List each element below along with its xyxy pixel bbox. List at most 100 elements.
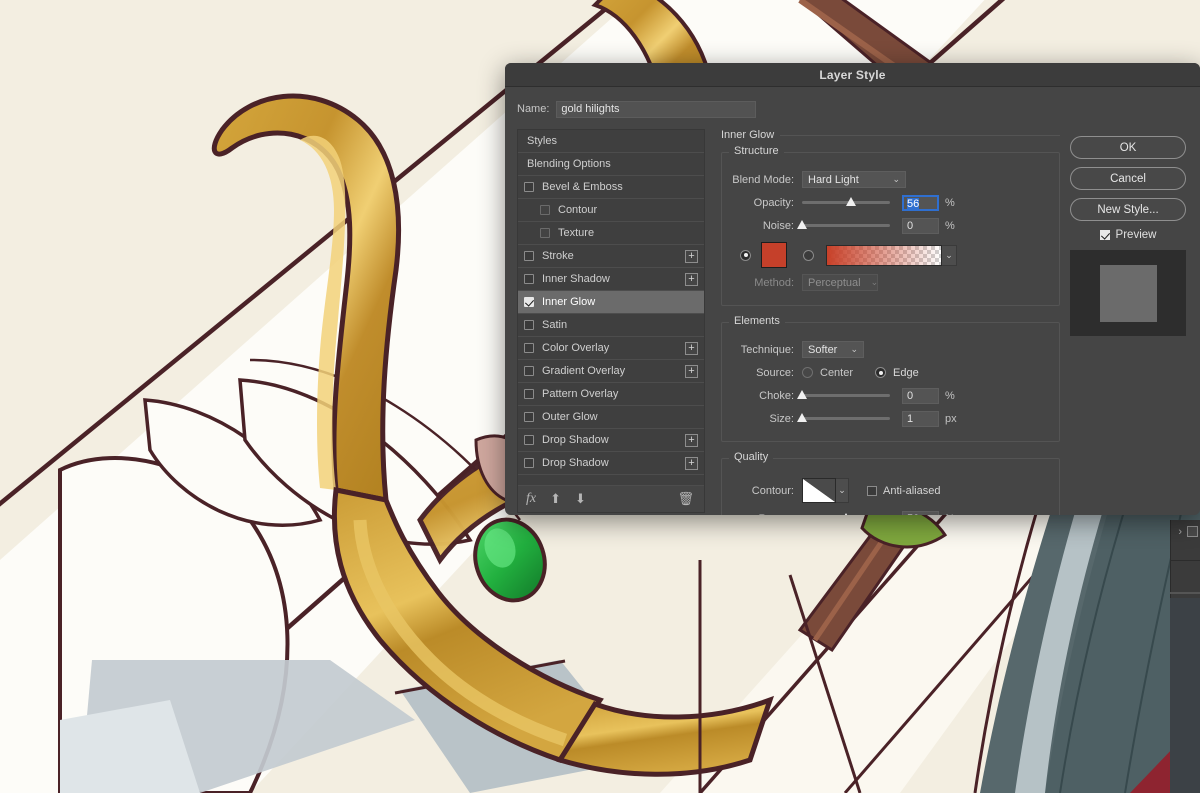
- style-name-input[interactable]: [556, 100, 757, 118]
- add-effect-instance-button[interactable]: +: [685, 250, 698, 263]
- slider-track: [802, 417, 890, 420]
- opacity-input[interactable]: 56: [902, 194, 939, 211]
- size-input[interactable]: 1: [902, 410, 939, 427]
- section-rule: [780, 134, 1060, 136]
- dialog-titlebar[interactable]: Layer Style: [505, 63, 1200, 87]
- preview-label: Preview: [1115, 229, 1157, 241]
- list-item-satin[interactable]: Satin: [518, 314, 704, 337]
- choke-label: Choke:: [759, 389, 794, 402]
- source-label: Source:: [756, 366, 794, 379]
- list-item-label: Pattern Overlay: [542, 388, 619, 400]
- list-item-label: Inner Glow: [542, 296, 596, 308]
- range-row: Range: 50 %: [732, 508, 1049, 515]
- add-effect-instance-button[interactable]: +: [685, 273, 698, 286]
- choke-unit: %: [945, 389, 955, 402]
- chevron-down-icon[interactable]: ⌄: [942, 244, 957, 266]
- range-input[interactable]: 50: [902, 510, 939, 515]
- chevron-down-icon[interactable]: ⌄: [836, 478, 849, 503]
- range-slider[interactable]: [802, 512, 890, 516]
- effect-checkbox[interactable]: [524, 366, 534, 376]
- source-row: Source: Center Edge: [732, 362, 1049, 383]
- list-item-label: Satin: [542, 319, 568, 331]
- add-effect-instance-button[interactable]: +: [685, 457, 698, 470]
- list-item-pattern-overlay[interactable]: Pattern Overlay: [518, 383, 704, 406]
- slider-thumb[interactable]: [846, 197, 857, 207]
- effect-checkbox[interactable]: [524, 251, 534, 261]
- slider-track: [802, 224, 890, 227]
- chevron-right-icon[interactable]: ›: [1178, 527, 1182, 538]
- list-item-texture[interactable]: Texture: [518, 222, 704, 245]
- source-center-radio[interactable]: [802, 367, 813, 378]
- style-preview-thumbnail: [1070, 250, 1186, 336]
- trash-icon[interactable]: 🗑: [677, 491, 694, 507]
- effect-checkbox[interactable]: [524, 182, 534, 192]
- technique-select[interactable]: Softer ⌄: [802, 341, 864, 358]
- quality-group-label: Quality: [729, 451, 774, 463]
- list-item-contour[interactable]: Contour: [518, 199, 704, 222]
- fill-color-radio[interactable]: [740, 249, 751, 261]
- contour-preview[interactable]: [802, 478, 836, 503]
- list-item-styles[interactable]: Styles: [518, 130, 704, 153]
- effect-checkbox[interactable]: [524, 412, 534, 422]
- glow-gradient-preview[interactable]: [826, 244, 942, 266]
- move-up-arrow-icon[interactable]: ⬆: [550, 491, 561, 507]
- preview-checkbox[interactable]: [1099, 230, 1110, 240]
- effect-checkbox[interactable]: [524, 274, 534, 284]
- effect-checkbox[interactable]: [540, 205, 550, 215]
- slider-thumb[interactable]: [841, 513, 852, 516]
- method-label: Method:: [754, 276, 794, 289]
- ok-button[interactable]: OK: [1070, 136, 1186, 159]
- method-row: Method: Perceptual ⌄: [732, 272, 1049, 293]
- anti-aliased-checkbox[interactable]: [867, 485, 877, 496]
- list-item-inner-shadow[interactable]: Inner Shadow +: [518, 268, 704, 291]
- size-slider[interactable]: [802, 412, 890, 426]
- slider-thumb[interactable]: [797, 413, 808, 423]
- add-effect-instance-button[interactable]: +: [685, 342, 698, 355]
- effect-checkbox[interactable]: [524, 343, 534, 353]
- add-effect-instance-button[interactable]: +: [685, 365, 698, 378]
- choke-input[interactable]: 0: [902, 387, 939, 404]
- cancel-button[interactable]: Cancel: [1070, 167, 1186, 190]
- fx-icon[interactable]: fx: [526, 491, 536, 507]
- effect-checkbox[interactable]: [524, 458, 534, 468]
- noise-slider[interactable]: [802, 219, 890, 233]
- effect-checkbox[interactable]: [524, 297, 534, 307]
- technique-row: Technique: Softer ⌄: [732, 339, 1049, 360]
- list-item-bevel-emboss[interactable]: Bevel & Emboss: [518, 176, 704, 199]
- list-item-label: Outer Glow: [542, 411, 598, 423]
- panel-thumbnail-icon[interactable]: [1187, 526, 1198, 537]
- list-item-outer-glow[interactable]: Outer Glow: [518, 406, 704, 429]
- list-item-gradient-overlay[interactable]: Gradient Overlay +: [518, 360, 704, 383]
- preview-toggle-row[interactable]: Preview: [1070, 229, 1186, 241]
- new-style-button[interactable]: New Style...: [1070, 198, 1186, 221]
- list-item-label: Gradient Overlay: [542, 365, 626, 377]
- list-item-drop-shadow-1[interactable]: Drop Shadow +: [518, 429, 704, 452]
- effects-list[interactable]: Styles Blending Options Bevel & Emboss C…: [517, 129, 705, 513]
- slider-thumb[interactable]: [797, 390, 808, 400]
- list-item-inner-glow[interactable]: Inner Glow: [518, 291, 704, 314]
- add-effect-instance-button[interactable]: +: [685, 434, 698, 447]
- fill-gradient-radio[interactable]: [803, 249, 814, 261]
- effect-checkbox[interactable]: [524, 389, 534, 399]
- name-label: Name:: [517, 103, 550, 115]
- preview-swatch: [1099, 264, 1157, 322]
- list-item-drop-shadow-2[interactable]: Drop Shadow +: [518, 452, 704, 475]
- blend-mode-value: Hard Light: [808, 173, 859, 186]
- opacity-slider[interactable]: [802, 196, 890, 210]
- list-item-color-overlay[interactable]: Color Overlay +: [518, 337, 704, 360]
- blend-mode-label: Blend Mode:: [732, 173, 794, 186]
- blend-mode-select[interactable]: Hard Light ⌄: [802, 171, 906, 188]
- choke-slider[interactable]: [802, 389, 890, 403]
- effect-checkbox[interactable]: [524, 320, 534, 330]
- list-item-blending-options[interactable]: Blending Options: [518, 153, 704, 176]
- list-item-label: Bevel & Emboss: [542, 181, 623, 193]
- slider-thumb[interactable]: [797, 220, 808, 230]
- effect-checkbox[interactable]: [540, 228, 550, 238]
- section-title: Inner Glow: [721, 129, 775, 141]
- source-edge-radio[interactable]: [875, 367, 887, 378]
- effect-checkbox[interactable]: [524, 435, 534, 445]
- noise-input[interactable]: 0: [902, 217, 939, 234]
- glow-color-swatch[interactable]: [761, 242, 787, 268]
- move-down-arrow-icon[interactable]: ⬇: [575, 491, 586, 507]
- list-item-stroke[interactable]: Stroke +: [518, 245, 704, 268]
